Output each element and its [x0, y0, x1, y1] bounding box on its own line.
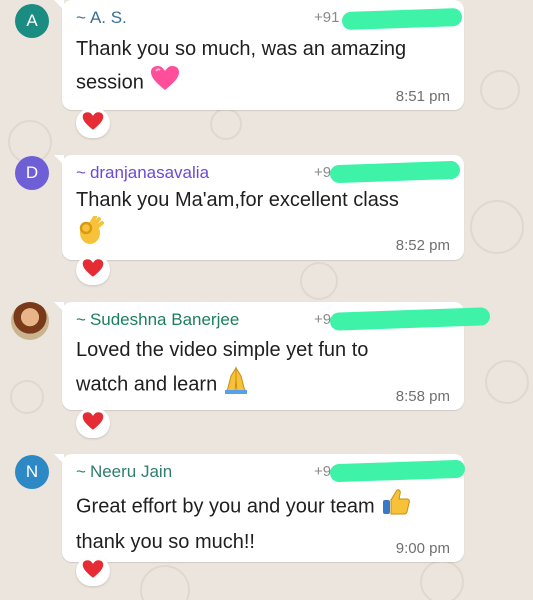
folded-hands-icon	[223, 366, 249, 404]
sender-phone: +9	[314, 463, 332, 480]
reaction-badge[interactable]	[76, 255, 110, 285]
red-heart-icon	[82, 258, 104, 283]
phone-redaction	[329, 160, 461, 184]
sender-name[interactable]: ~ Sudeshna Banerjee	[76, 310, 239, 330]
message-time: 9:00 pm	[395, 540, 450, 557]
message-time: 8:51 pm	[395, 88, 450, 105]
red-heart-icon	[82, 411, 104, 436]
message-text: Thank you Ma'am,for excellent class	[76, 184, 399, 256]
message-bubble[interactable]: ~ Sudeshna Banerjee +9 Loved the video si…	[54, 302, 491, 410]
red-heart-icon	[82, 559, 104, 584]
message-text: Great effort by you and your team thank …	[76, 488, 411, 558]
avatar[interactable]: N	[15, 455, 49, 489]
thumbs-up-icon	[381, 488, 411, 526]
avatar[interactable]	[11, 302, 49, 340]
red-heart-icon	[82, 111, 104, 136]
sender-name[interactable]: ~ Neeru Jain	[76, 462, 172, 482]
reaction-badge[interactable]	[76, 556, 110, 586]
phone-redaction	[341, 7, 463, 31]
message-bubble[interactable]: ~ Neeru Jain +9 Great effort by you and y…	[54, 454, 466, 562]
avatar[interactable]: A	[15, 4, 49, 38]
ok-hand-icon	[76, 215, 104, 256]
message-text: Loved the video simple yet fun to watch …	[76, 334, 368, 404]
reaction-badge[interactable]	[76, 108, 110, 138]
reaction-badge[interactable]	[76, 408, 110, 438]
message-bubble[interactable]: ~ A. S. +91 Thank you so much, was an ama…	[54, 0, 464, 110]
sender-phone: +9	[314, 311, 332, 328]
sender-name[interactable]: ~ A. S.	[76, 8, 127, 28]
message-time: 8:52 pm	[395, 237, 450, 254]
pink-heart-icon	[150, 65, 180, 101]
message-bubble[interactable]: ~ dranjanasavalia +9 Thank you Ma'am,for …	[54, 155, 464, 260]
sender-phone: +91	[314, 9, 340, 26]
sender-phone: +9	[314, 164, 332, 181]
phone-redaction	[329, 459, 466, 483]
avatar[interactable]: D	[15, 156, 49, 190]
message-text: Thank you so much, was an amazing sessio…	[76, 33, 406, 101]
message-time: 8:58 pm	[395, 388, 450, 405]
sender-name[interactable]: ~ dranjanasavalia	[76, 163, 209, 183]
